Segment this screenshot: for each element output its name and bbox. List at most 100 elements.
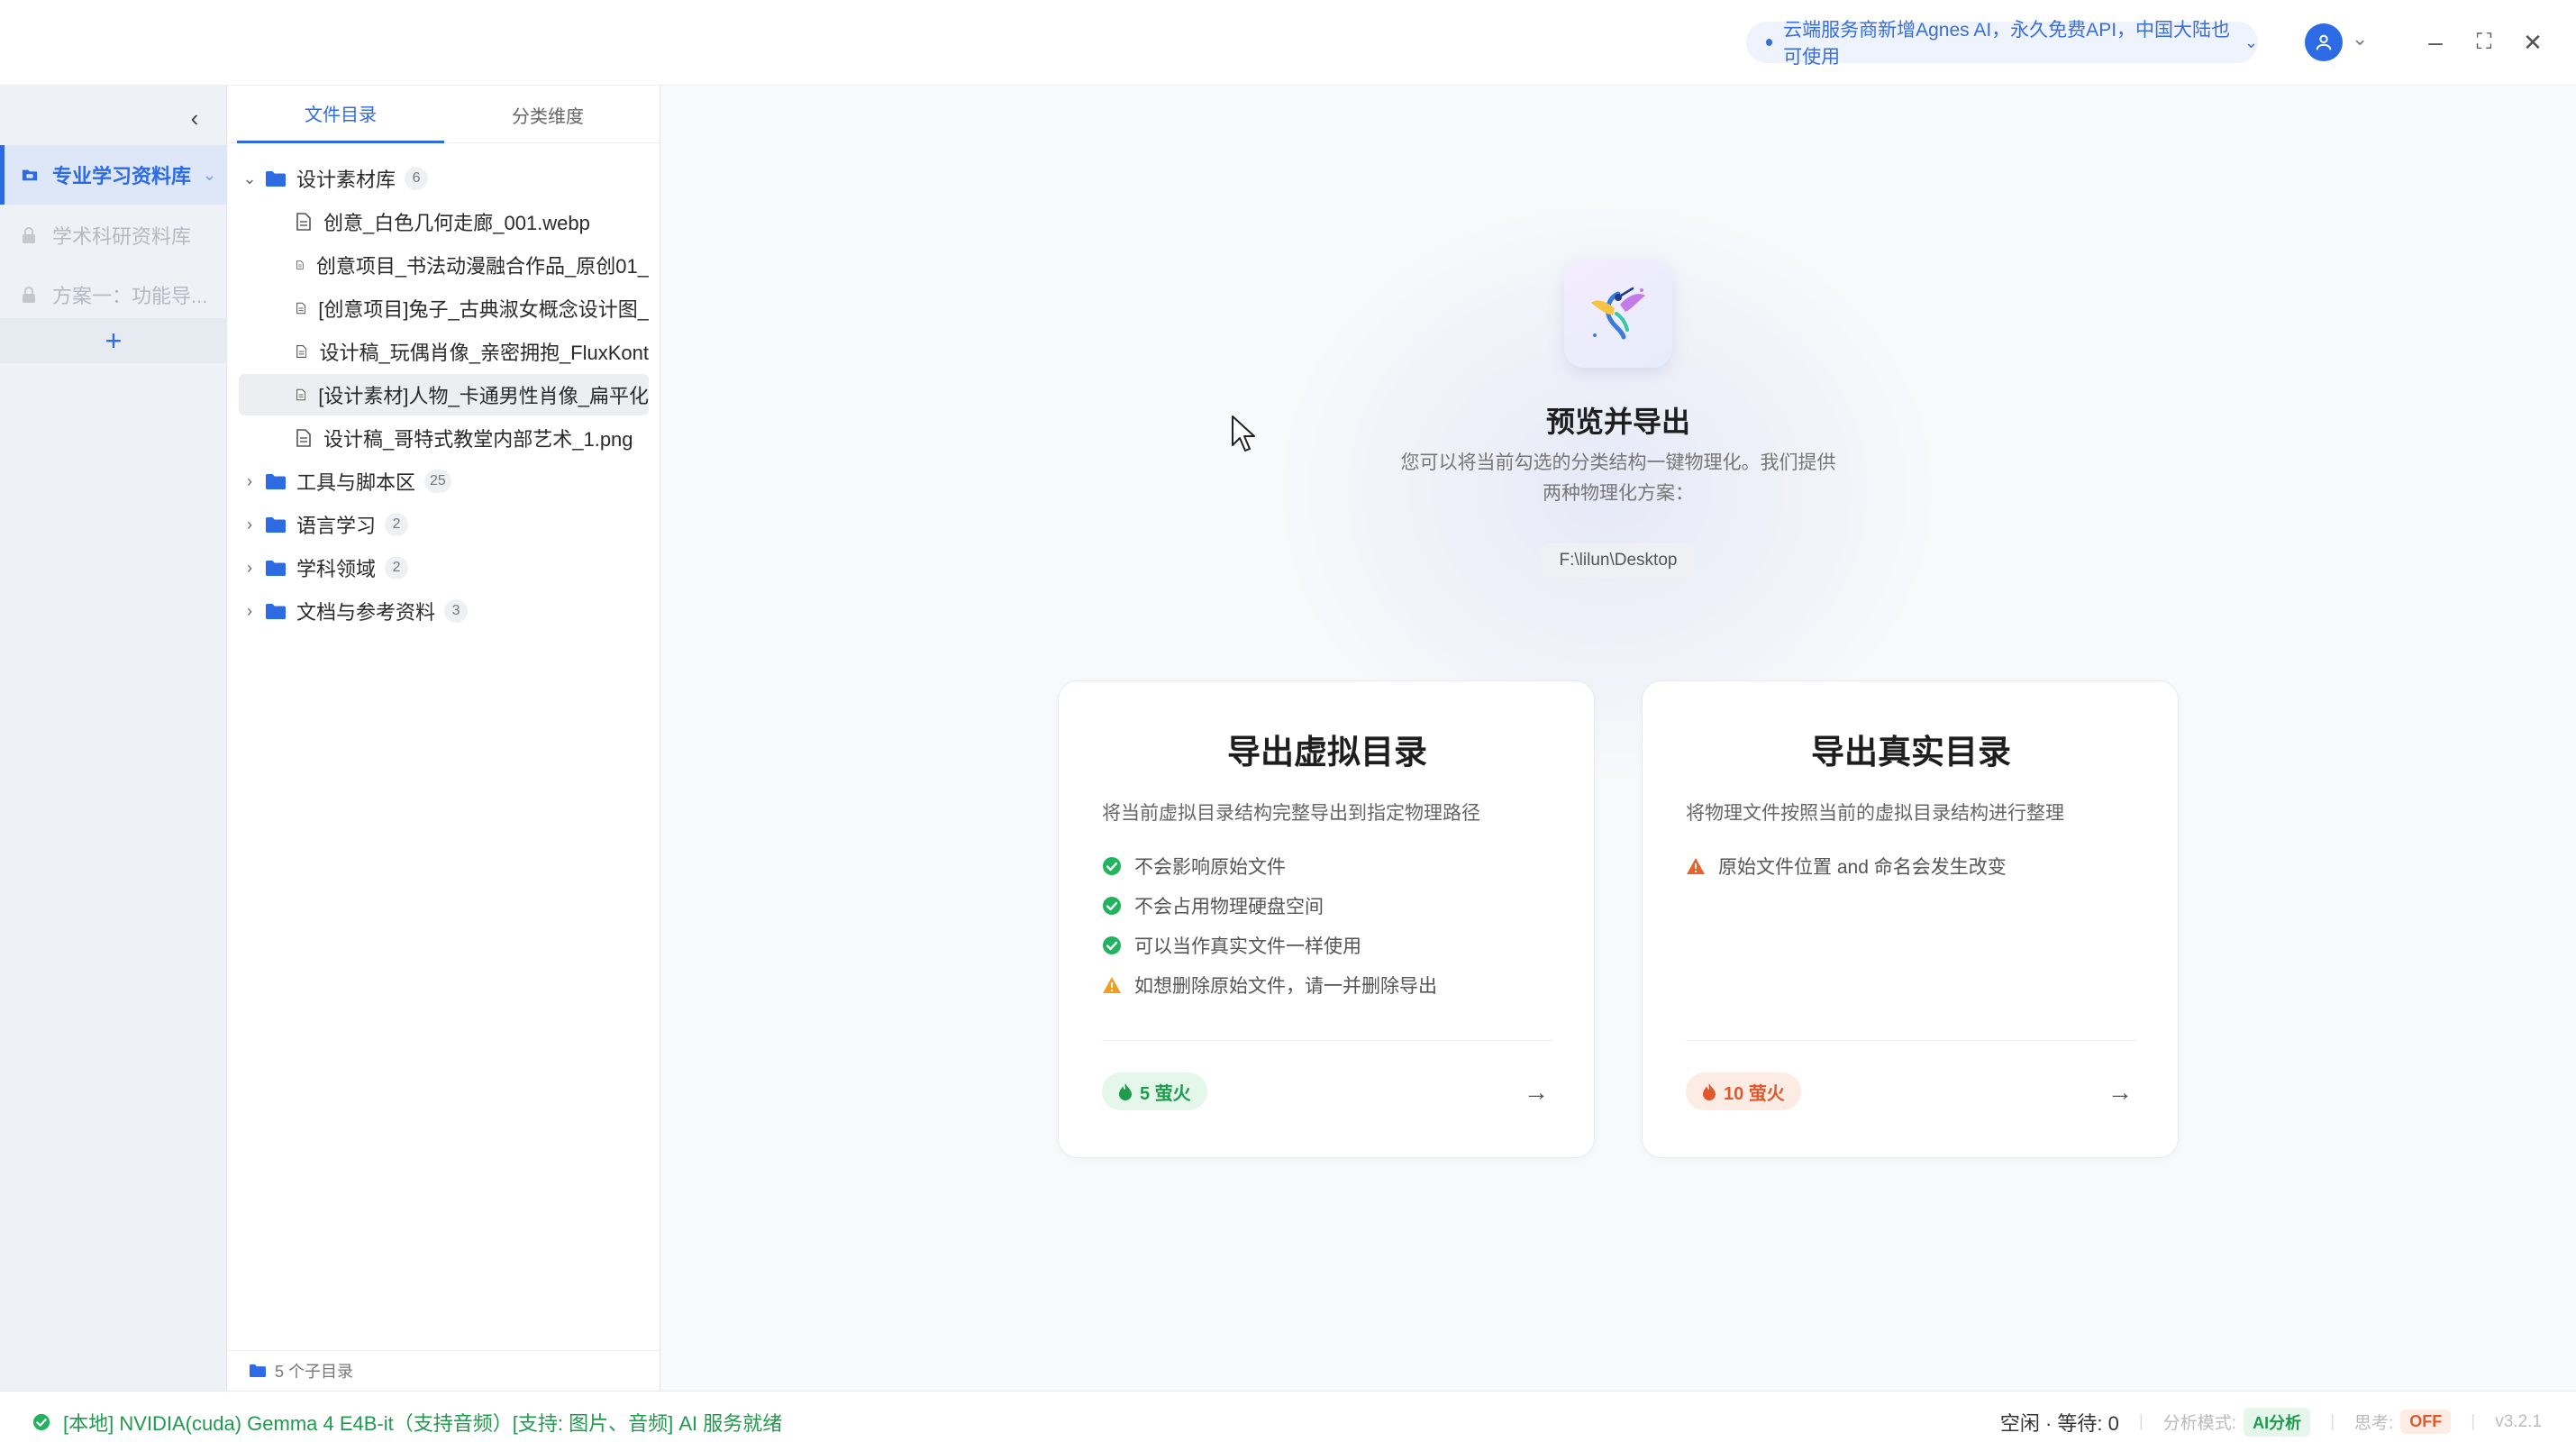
separator: |: [2471, 1411, 2476, 1431]
app-version: v3.2.1: [2495, 1411, 2542, 1431]
check-circle-icon: [32, 1413, 50, 1431]
chevron-down-icon: ⌄: [203, 165, 217, 184]
maximize-button[interactable]: ⛶: [2463, 22, 2505, 63]
chevron-down-icon: ⌄: [2244, 32, 2258, 51]
tree-folder[interactable]: › 文档与参考资料 3: [239, 590, 649, 632]
chevron-right-icon[interactable]: ›: [239, 602, 260, 621]
page-title: 预览并导出: [1545, 406, 1690, 438]
tree-file[interactable]: [创意项目]兔子_古典淑女概念设计图_: [239, 287, 649, 329]
item-count-badge: 2: [385, 556, 409, 579]
card-description: 将物理文件按照当前的虚拟目录结构进行整理: [1686, 803, 2064, 824]
panel-tabs: 文件目录 分类维度: [228, 86, 660, 143]
file-icon: [296, 388, 306, 401]
feature-bullet: 不会影响原始文件: [1102, 853, 1286, 880]
chevron-down-icon[interactable]: ⌄: [239, 169, 260, 188]
chevron-right-icon[interactable]: ›: [239, 472, 260, 491]
library-label: 学术科研资料库: [52, 225, 192, 248]
tree-file-label: [设计素材]人物_卡通男性肖像_扁平化: [318, 385, 649, 407]
app-logo: [1564, 260, 1672, 368]
tab-file-directory[interactable]: 文件目录: [237, 86, 444, 143]
card-divider: [1102, 1040, 1552, 1041]
analysis-mode-badge[interactable]: AI分析: [2244, 1407, 2311, 1437]
tree-file[interactable]: 设计稿_哥特式教堂内部艺术_1.png: [239, 417, 649, 459]
status-right-group: 空闲 · 等待: 0 | 分析模式: AI分析 | 思考: OFF | v3.2…: [2000, 1392, 2542, 1451]
queue-status: 空闲 · 等待: 0: [1999, 1411, 2119, 1435]
chevron-right-icon[interactable]: ›: [239, 516, 260, 534]
tree-file[interactable]: 设计稿_玩偶肖像_亲密拥抱_FluxKont: [239, 331, 649, 372]
collapse-sidebar-button[interactable]: ‹: [177, 100, 213, 136]
cost-badge: 5 萤火: [1102, 1072, 1207, 1110]
feature-bullet: 可以当作真实文件一样使用: [1102, 932, 1361, 959]
folder-icon: [266, 516, 286, 533]
feature-bullet: 不会占用物理硬盘空间: [1102, 892, 1324, 919]
card-title: 导出真实目录: [1811, 734, 2011, 771]
announcement-text: 云端服务商新增Agnes AI，永久免费API，中国大陆也可使用: [1783, 20, 2231, 68]
bullet-text: 不会影响原始文件: [1134, 857, 1286, 878]
bullet-text: 可以当作真实文件一样使用: [1134, 936, 1361, 957]
folder-icon: [266, 560, 286, 576]
item-count-badge: 6: [405, 167, 429, 190]
folder-icon: [266, 603, 286, 619]
item-count-badge: 25: [424, 470, 451, 493]
tree-folder[interactable]: › 学科领域 2: [239, 547, 649, 589]
tree-file[interactable]: 创意_白色几何走廊_001.webp: [239, 201, 649, 242]
user-icon: [2316, 34, 2332, 50]
separator: |: [2330, 1411, 2335, 1431]
check-circle-icon: [1102, 856, 1122, 876]
tree-file-label: 创意项目_书法动漫融合作品_原创01_: [315, 255, 649, 278]
folder-icon: [266, 170, 286, 187]
subdirectory-count: 5 个子目录: [275, 1363, 354, 1381]
arrow-right-icon[interactable]: →: [1520, 1076, 1552, 1109]
minimize-button[interactable]: –: [2415, 22, 2456, 63]
feature-bullet: 原始文件位置 and 命名会发生改变: [1686, 853, 2007, 880]
warning-triangle-icon: [1102, 975, 1122, 995]
tree-file-selected[interactable]: [设计素材]人物_卡通男性肖像_扁平化: [239, 374, 649, 415]
tree-folder[interactable]: ⌄ 设计素材库 6: [239, 158, 649, 199]
separator: |: [2138, 1411, 2144, 1431]
tree-folder[interactable]: › 工具与脚本区 25: [239, 461, 649, 502]
tree-file[interactable]: 创意项目_书法动漫融合作品_原创01_: [239, 244, 649, 286]
title-bar: 云端服务商新增Agnes AI，永久免费API，中国大陆也可使用 ⌄ ⌄ – ⛶…: [0, 0, 2576, 86]
chevron-right-icon[interactable]: ›: [239, 559, 260, 578]
tree-folder[interactable]: › 语言学习 2: [239, 504, 649, 545]
library-item-active[interactable]: 专业学习资料库 ⌄: [0, 145, 227, 205]
file-icon: [296, 302, 306, 315]
file-icon: [296, 429, 311, 447]
tree-folder-label: 工具与脚本区: [296, 471, 416, 494]
cost-text: 10 萤火: [1724, 1083, 1785, 1104]
add-library-button[interactable]: +: [0, 318, 227, 363]
library-item-locked[interactable]: 方案一：功能导...: [0, 265, 227, 324]
close-button[interactable]: ✕: [2512, 22, 2553, 63]
library-item-locked[interactable]: 学术科研资料库: [0, 205, 227, 265]
thinking-label: 思考:: [2354, 1414, 2394, 1433]
user-avatar[interactable]: [2305, 23, 2343, 61]
tree-folder-label: 语言学习: [296, 515, 377, 537]
tree-file-label: 设计稿_玩偶肖像_亲密拥抱_FluxKont: [319, 342, 649, 364]
card-title: 导出虚拟目录: [1227, 734, 1427, 771]
page-description: 您可以将当前勾选的分类结构一键物理化。我们提供两种物理化方案：: [1400, 452, 1836, 504]
file-icon: [296, 213, 311, 231]
check-circle-icon: [1102, 896, 1122, 916]
flame-icon: [1702, 1082, 1716, 1100]
ai-service-status: [本地] NVIDIA(cuda) Gemma 4 E4B-it（支持音频）[支…: [32, 1392, 782, 1451]
bullet-text: 不会占用物理硬盘空间: [1134, 897, 1324, 917]
arrow-right-icon[interactable]: →: [2104, 1076, 2136, 1109]
card-divider: [1686, 1040, 2136, 1041]
tree-folder-label: 文档与参考资料: [296, 601, 436, 624]
cost-text: 5 萤火: [1140, 1083, 1191, 1104]
bullet-text: 如想删除原始文件，请一并删除导出: [1134, 976, 1437, 997]
export-virtual-directory-card[interactable]: 导出虚拟目录 将当前虚拟目录结构完整导出到指定物理路径 不会影响原始文件 不会占…: [1058, 680, 1595, 1158]
item-count-badge: 2: [385, 513, 409, 536]
export-path-chip[interactable]: F:\lilun\Desktop: [1542, 543, 1695, 578]
tab-category-dimension[interactable]: 分类维度: [444, 86, 651, 143]
announcement-banner[interactable]: 云端服务商新增Agnes AI，永久免费API，中国大陆也可使用 ⌄: [1746, 20, 2258, 68]
folder-icon: [266, 473, 286, 489]
thinking-toggle[interactable]: OFF: [2400, 1410, 2452, 1434]
export-real-directory-card[interactable]: 导出真实目录 将物理文件按照当前的虚拟目录结构进行整理 原始文件位置 and 命…: [1642, 680, 2179, 1158]
bullet-text: 原始文件位置 and 命名会发生改变: [1718, 857, 2007, 878]
file-tree-panel: 文件目录 分类维度 ⌄ 设计素材库 6 创意_白色几何走廊_001.webp 创…: [228, 86, 660, 1391]
tree-folder-label: 设计素材库: [296, 169, 396, 191]
avatar-chevron-down-icon[interactable]: ⌄: [2352, 27, 2368, 50]
file-icon: [296, 260, 304, 269]
export-main-area: 预览并导出 您可以将当前勾选的分类结构一键物理化。我们提供两种物理化方案： F:…: [661, 86, 2576, 1391]
